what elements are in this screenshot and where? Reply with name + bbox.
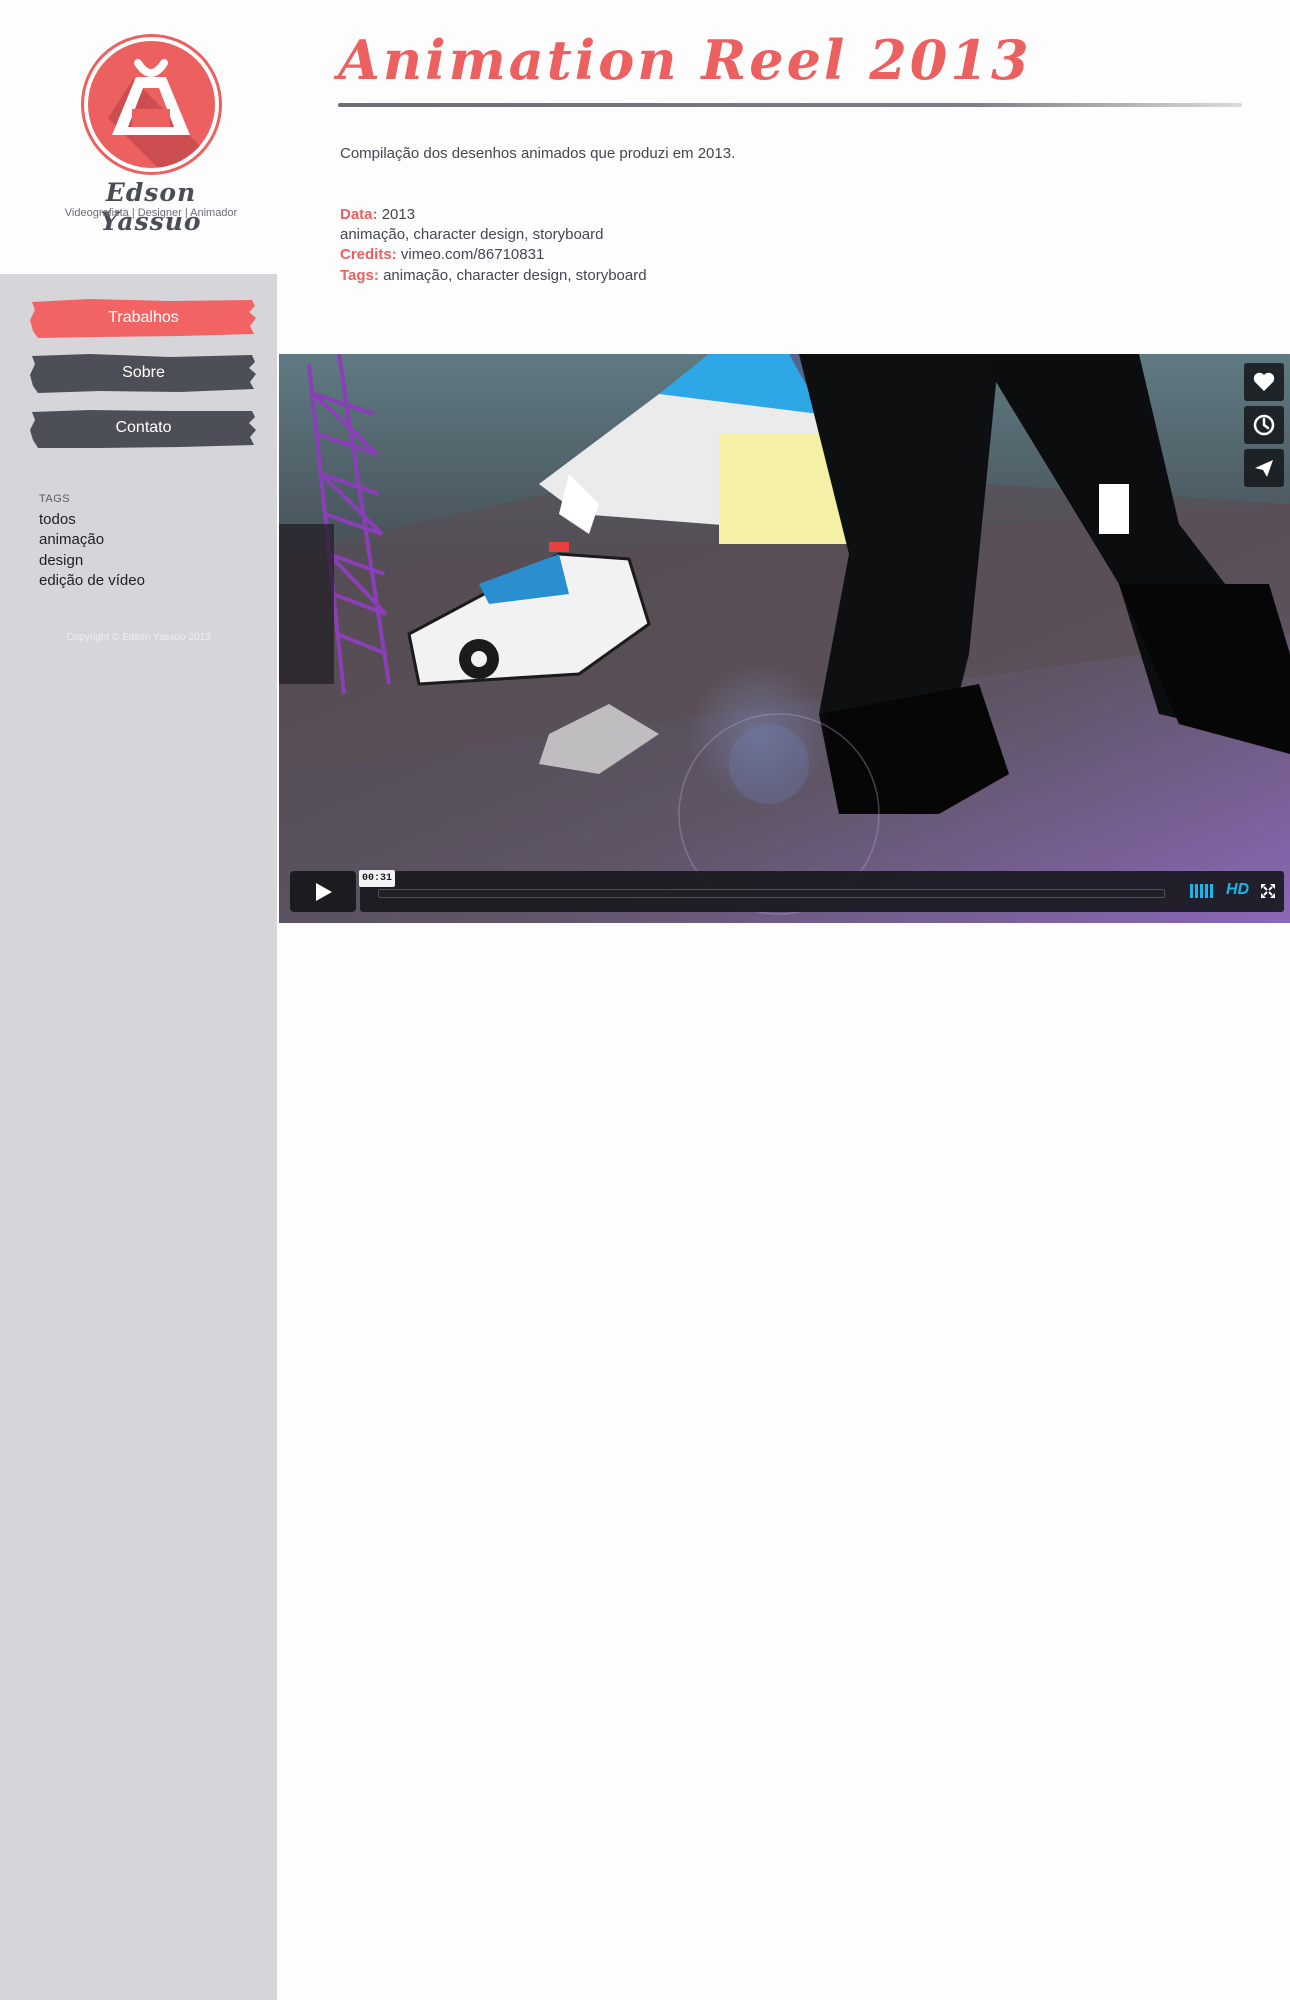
copyright: Copyright © Edson Yassuo 2013 — [66, 632, 211, 643]
title-divider — [338, 103, 1242, 107]
play-icon — [316, 882, 332, 901]
tag-link-animacao[interactable]: animação — [39, 531, 104, 548]
meta-tags-row: Tags: animação, character design, storyb… — [340, 267, 647, 284]
progress-bar[interactable] — [378, 889, 1165, 898]
meta-credits-row: Credits: vimeo.com/86710831 — [340, 246, 544, 263]
tag-link-edicao-de-video[interactable]: edição de vídeo — [39, 572, 145, 589]
fullscreen-icon[interactable] — [1260, 883, 1276, 899]
heart-icon — [1253, 372, 1275, 391]
play-button[interactable] — [290, 871, 356, 912]
logo[interactable] — [84, 37, 219, 172]
paper-plane-icon — [1255, 460, 1273, 477]
tag-link-todos[interactable]: todos — [39, 511, 76, 528]
meta-data-row: Data: 2013 — [340, 206, 415, 223]
brand-subtitle: Videografista | Designer | Animador — [64, 207, 238, 219]
nav-label: Sobre — [122, 364, 165, 381]
meta-tags-value: animação, character design, storyboard — [383, 267, 647, 284]
tag-link-design[interactable]: design — [39, 552, 83, 569]
meta-data-value: 2013 — [381, 206, 416, 223]
watch-later-button[interactable] — [1244, 406, 1284, 444]
meta-tags-label: Tags: — [340, 267, 379, 284]
hd-toggle[interactable]: HD — [1226, 881, 1249, 899]
meta-data-label: Data: — [340, 206, 378, 223]
video-frame-image — [279, 354, 1290, 923]
like-button[interactable] — [1244, 363, 1284, 401]
video-controlbar: HD — [360, 871, 1284, 912]
time-indicator: 00:31 — [359, 870, 396, 887]
project-description: Compilação dos desenhos animados que pro… — [340, 145, 736, 162]
clock-icon — [1253, 414, 1275, 436]
meta-categories: animação, character design, storyboard — [340, 226, 604, 243]
page-title: Animation Reel 2013 — [338, 28, 1032, 92]
share-button[interactable] — [1244, 449, 1284, 487]
nav-contato-button[interactable]: Contato — [30, 406, 257, 450]
meta-credits-label: Credits: — [340, 246, 397, 263]
tags-heading: TAGS — [39, 493, 71, 505]
volume-icon[interactable] — [1190, 884, 1213, 899]
logo-mark-icon — [108, 59, 215, 168]
meta-credits-link[interactable]: vimeo.com/86710831 — [401, 246, 544, 263]
nav-label: Contato — [115, 419, 172, 436]
nav-sobre-button[interactable]: Sobre — [30, 351, 257, 395]
page: Edson Yassuo Videografista | Designer | … — [0, 0, 1290, 2000]
nav-trabalhos-button[interactable]: Trabalhos — [30, 296, 257, 340]
video-player[interactable]: HD 00:31 — [279, 354, 1290, 923]
nav-label: Trabalhos — [108, 309, 179, 326]
sidebar-header: Edson Yassuo Videografista | Designer | … — [0, 0, 277, 274]
